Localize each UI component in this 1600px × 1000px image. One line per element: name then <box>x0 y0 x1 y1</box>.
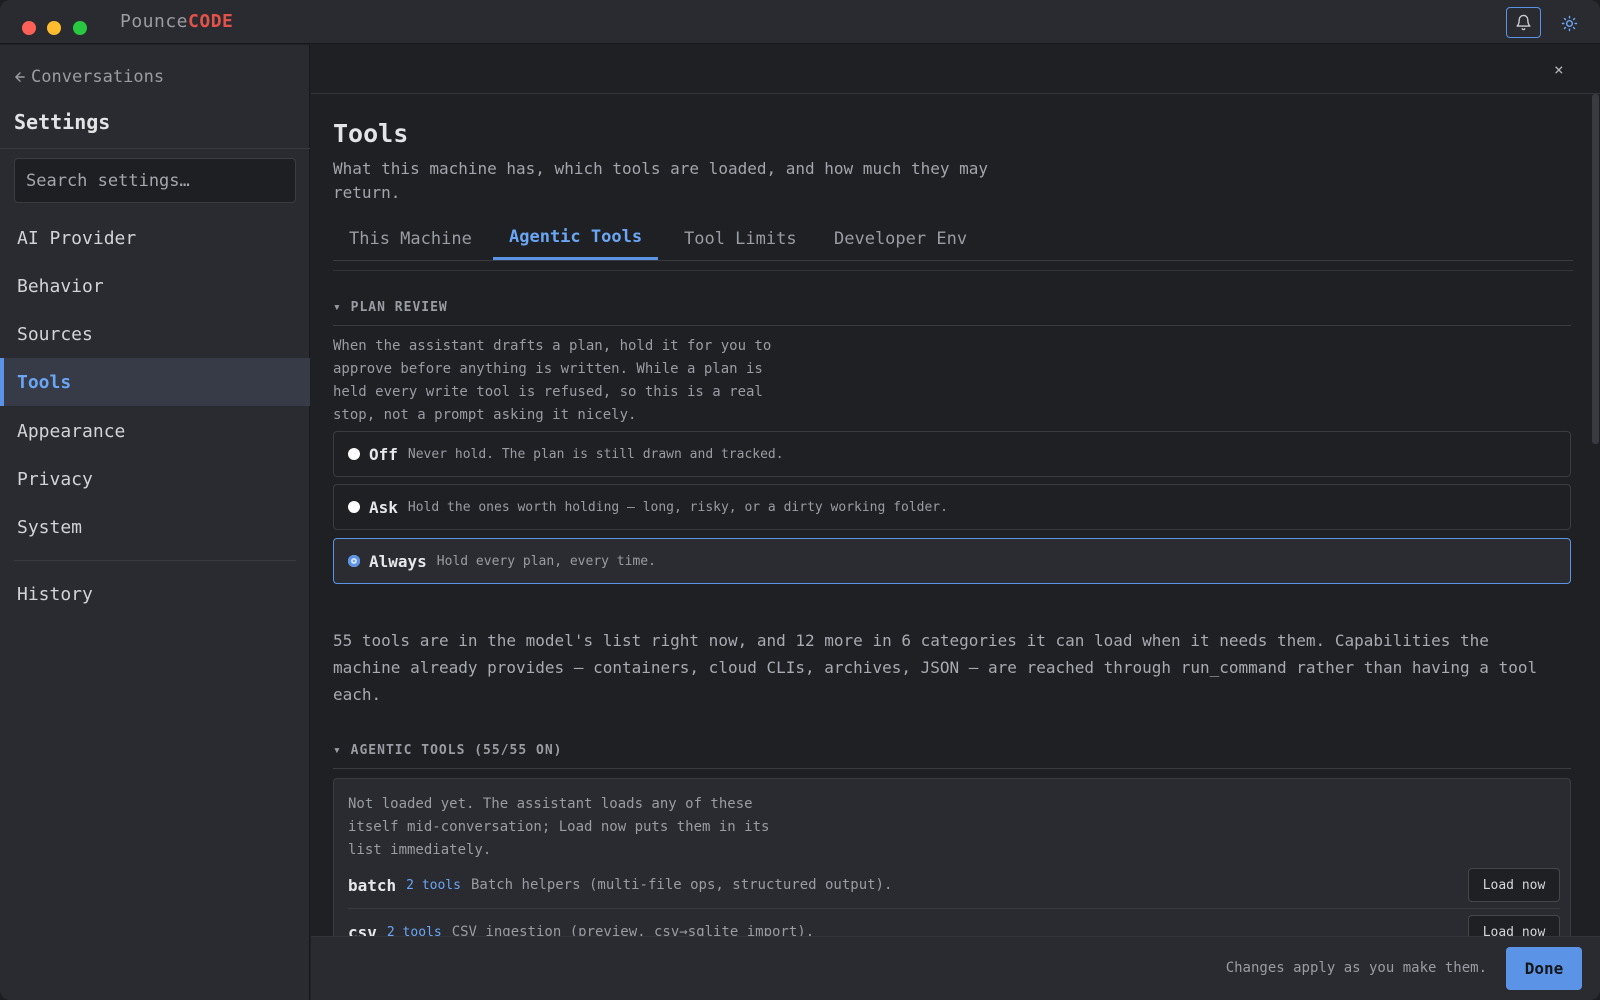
sidebar-item-tools[interactable]: Tools <box>0 358 310 406</box>
option-description: Never hold. The plan is still drawn and … <box>407 446 784 462</box>
section-divider <box>333 325 1571 326</box>
sidebar-item-ai-provider[interactable]: AI Provider <box>0 214 310 262</box>
bell-icon <box>1516 14 1531 31</box>
sidebar-title: Settings <box>14 110 111 134</box>
settings-sidebar: Conversations Settings AI Provider Behav… <box>0 45 310 1000</box>
theme-toggle-button[interactable] <box>1555 9 1583 37</box>
list-item: batch 2 tools Batch helpers (multi-file … <box>348 862 1560 908</box>
option-name: Off <box>369 444 398 464</box>
unloaded-description: Not loaded yet. The assistant loads any … <box>348 796 770 858</box>
category-name: batch <box>348 875 397 895</box>
tab-developer-env[interactable]: Developer Env <box>818 217 983 260</box>
sidebar-item-behavior[interactable]: Behavior <box>0 262 310 310</box>
agentic-tools-heading[interactable]: ▾ AGENTIC TOOLS (55/55 ON) <box>333 743 563 758</box>
scrollbar[interactable] <box>1592 94 1599 444</box>
tab-agentic-tools[interactable]: Agentic Tools <box>493 217 659 260</box>
tab-tool-limits[interactable]: Tool Limits <box>668 217 813 260</box>
footer-note: Changes apply as you make them. <box>1225 960 1487 976</box>
tools-tabs: This Machine Agentic Tools Tool Limits D… <box>333 215 1573 310</box>
brand-code-part: CODE <box>188 11 234 32</box>
option-name: Ask <box>369 497 398 517</box>
notifications-button[interactable] <box>1506 7 1541 38</box>
tools-summary: 55 tools are in the model's list right n… <box>333 631 1538 704</box>
arrow-left-icon <box>15 72 25 82</box>
section-divider <box>333 768 1571 769</box>
page-subtitle: What this machine has, which tools are l… <box>333 159 989 202</box>
sidebar-divider <box>14 560 296 561</box>
sidebar-divider <box>0 148 310 149</box>
load-now-button[interactable]: Load now <box>1468 868 1560 902</box>
plan-review-heading[interactable]: ▾ PLAN REVIEW <box>333 300 448 315</box>
app-brand: PounceCODE <box>120 11 233 32</box>
category-tool-count: 2 tools <box>406 877 461 893</box>
minimize-window-button[interactable] <box>47 21 61 35</box>
category-description: Batch helpers (multi-file ops, structure… <box>470 877 893 893</box>
plan-review-description: When the assistant drafts a plan, hold i… <box>333 338 772 423</box>
plan-option-always[interactable]: Always Hold every plan, every time. <box>333 538 1571 584</box>
tabs-divider <box>333 270 1573 271</box>
option-description: Hold the ones worth holding — long, risk… <box>407 499 948 515</box>
plan-option-ask[interactable]: Ask Hold the ones worth holding — long, … <box>333 484 1571 530</box>
sidebar-item-sources[interactable]: Sources <box>0 310 310 358</box>
sidebar-item-privacy[interactable]: Privacy <box>0 455 310 503</box>
tabs-underline <box>333 260 1573 261</box>
plan-option-off[interactable]: Off Never hold. The plan is still drawn … <box>333 431 1571 477</box>
title-bar: PounceCODE <box>0 0 1600 44</box>
panel-header: × <box>311 45 1600 94</box>
back-to-conversations-link[interactable]: Conversations <box>13 67 164 87</box>
tab-this-machine[interactable]: This Machine <box>333 217 488 260</box>
radio-always[interactable] <box>348 555 360 567</box>
sidebar-item-history[interactable]: History <box>0 570 310 618</box>
radio-off[interactable] <box>348 448 360 460</box>
settings-main-panel: × Tools What this machine has, which too… <box>311 45 1600 1000</box>
radio-ask[interactable] <box>348 501 360 513</box>
done-button[interactable]: Done <box>1506 947 1582 990</box>
back-link-label: Conversations <box>31 67 165 87</box>
sidebar-item-system[interactable]: System <box>0 503 310 551</box>
close-window-button[interactable] <box>22 21 36 35</box>
option-name: Always <box>369 551 427 571</box>
app-window: PounceCODE Conversations Settings AI Pro… <box>0 0 1600 1000</box>
sidebar-item-appearance[interactable]: Appearance <box>0 407 310 455</box>
brand-name-part: Pounce <box>120 11 189 32</box>
search-settings-input[interactable] <box>14 158 296 203</box>
settings-footer: Changes apply as you make them. Done <box>311 936 1600 1000</box>
close-settings-button[interactable]: × <box>1554 60 1564 79</box>
page-title: Tools <box>333 119 409 148</box>
maximize-window-button[interactable] <box>73 21 87 35</box>
option-description: Hold every plan, every time. <box>436 553 656 569</box>
sun-icon <box>1561 15 1577 31</box>
